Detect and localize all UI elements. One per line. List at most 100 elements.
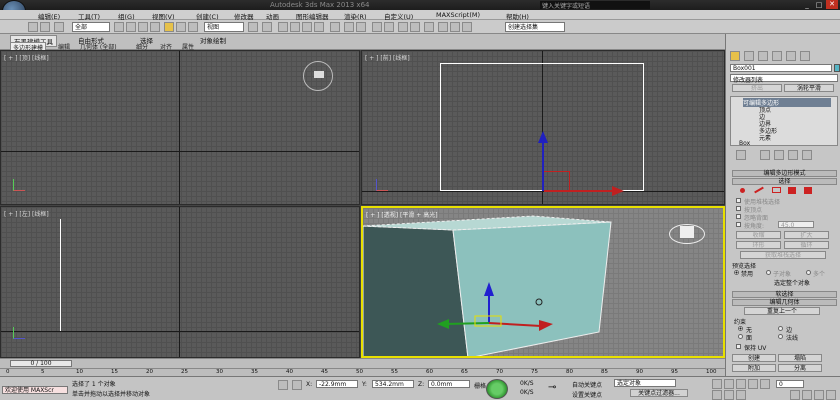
menu-item[interactable]: MAXScript(M)	[436, 11, 480, 19]
shrink-button[interactable]: 收缩	[736, 231, 781, 239]
select-rotate-icon[interactable]	[176, 22, 186, 32]
schematic-view-icon[interactable]	[410, 22, 420, 32]
maximize-viewport-icon[interactable]	[826, 390, 836, 400]
search-input[interactable]: 键入关键字或短语	[540, 1, 650, 10]
ring-button[interactable]: 环形	[736, 241, 781, 249]
viewport-label[interactable]: [ + ] [左] [线框]	[4, 209, 49, 218]
gizmo-x-arrow-icon[interactable]	[612, 186, 624, 196]
extrude-button[interactable]: 挤出	[732, 84, 782, 92]
utilities-tab-icon[interactable]	[800, 51, 810, 61]
spinner-snap-icon[interactable]	[314, 22, 324, 32]
gizmo-y-arrow-icon[interactable]	[538, 131, 548, 143]
link-icon[interactable]	[54, 22, 64, 32]
orbit-icon[interactable]	[814, 390, 824, 400]
viewport-front[interactable]: [ + ] [前] [线框]	[361, 50, 725, 205]
timeline-track[interactable]: 0 5 10 15 20 25 30 35 40 45 50 55 60 65 70 75 80 85 90 95 10…	[0, 368, 725, 376]
pivot-center-icon[interactable]	[248, 22, 258, 32]
edit-geometry-rollout[interactable]: 编辑几何体	[732, 299, 837, 306]
selection-rollout[interactable]: 选择	[732, 178, 837, 185]
box-wireframe[interactable]	[51, 219, 61, 331]
select-manipulate-icon[interactable]	[262, 22, 272, 32]
percent-snap-icon[interactable]	[302, 22, 312, 32]
maxscript-listener[interactable]: 欢迎使用 MAXScr	[2, 386, 68, 394]
get-stack-selection-button[interactable]: 获取堆栈选择	[740, 251, 826, 259]
by-angle-checkbox[interactable]	[736, 222, 741, 227]
box-object[interactable]	[363, 208, 725, 358]
go-to-end-icon[interactable]	[760, 379, 770, 389]
stack-item-editable-poly[interactable]: 可编辑多边形	[743, 98, 831, 107]
render-teapot-icon[interactable]	[462, 22, 472, 32]
time-slider[interactable]: 0 / 100 0 5 10 15 20 25 30 35 40 45 50 55 60 65 70 75 80…	[0, 358, 725, 376]
collapse-button[interactable]: 塌陷	[778, 354, 822, 362]
maximize-button[interactable]: □	[814, 1, 824, 9]
x-coord-field[interactable]: -22.9mm	[316, 380, 358, 388]
snap-toggle-icon[interactable]	[278, 22, 288, 32]
modify-tab-icon[interactable]	[744, 51, 754, 61]
viewport-label[interactable]: [ + ] [顶] [线框]	[4, 53, 49, 62]
element-level-icon[interactable]	[804, 187, 812, 194]
go-to-start-icon[interactable]	[712, 379, 722, 389]
ribbon-tab[interactable]: 对象绘制	[200, 35, 226, 45]
key-mode-dropdown[interactable]: 选定对象	[614, 379, 676, 387]
viewport-label[interactable]: [ + ] [前] [线框]	[365, 53, 410, 62]
stack-subobject-item[interactable]: 元素	[759, 133, 771, 142]
vertex-level-icon[interactable]	[740, 188, 745, 193]
constraint-normal-radio[interactable]	[778, 334, 783, 339]
create-tab-icon[interactable]	[730, 51, 740, 61]
preview-subobj-radio[interactable]	[766, 270, 771, 275]
select-by-name-icon[interactable]	[126, 22, 136, 32]
gizmo-plane-handle[interactable]	[544, 171, 570, 191]
angle-spinner[interactable]: 45.0	[778, 221, 814, 229]
undo-icon[interactable]	[28, 22, 38, 32]
object-name-field[interactable]: Box001	[730, 64, 832, 72]
pin-stack-icon[interactable]	[736, 150, 746, 160]
reference-coord-dropdown[interactable]: 视图	[204, 22, 244, 32]
key-icon[interactable]: ⊸	[548, 382, 556, 393]
border-level-icon[interactable]	[772, 187, 781, 193]
constraint-edge-radio[interactable]	[778, 326, 783, 331]
display-tab-icon[interactable]	[786, 51, 796, 61]
zoom-icon[interactable]	[712, 390, 722, 400]
time-slider-thumb[interactable]: 0 / 100	[10, 360, 72, 367]
edge-level-icon[interactable]	[754, 186, 764, 194]
viewport-left[interactable]: [ + ] [左] [线框]	[0, 206, 360, 358]
object-color-swatch[interactable]	[834, 64, 840, 72]
lock-selection-icon[interactable]	[278, 380, 288, 390]
zoom-all-icon[interactable]	[724, 390, 734, 400]
selection-filter-dropdown[interactable]: 全部	[72, 22, 110, 32]
close-button[interactable]: ✕	[826, 0, 838, 9]
angle-snap-icon[interactable]	[290, 22, 300, 32]
curve-editor-icon[interactable]	[398, 22, 408, 32]
key-filters-button[interactable]: 关键点过滤器...	[630, 389, 688, 397]
rendered-frame-icon[interactable]	[450, 22, 460, 32]
stack-item-base[interactable]: Box	[739, 140, 750, 147]
make-unique-icon[interactable]	[774, 150, 784, 160]
viewport-top[interactable]: [ + ] [顶] [线框]	[0, 50, 360, 205]
prev-frame-icon[interactable]	[724, 379, 734, 389]
motion-tab-icon[interactable]	[772, 51, 782, 61]
configure-sets-icon[interactable]	[802, 150, 812, 160]
constraint-none-radio[interactable]	[738, 326, 743, 331]
repeat-last-button[interactable]: 重复上一个	[744, 307, 820, 315]
hierarchy-tab-icon[interactable]	[758, 51, 768, 61]
select-object-icon[interactable]	[114, 22, 124, 32]
polygon-level-icon[interactable]	[788, 187, 796, 194]
preview-off-radio[interactable]	[734, 270, 739, 275]
render-setup-icon[interactable]	[438, 22, 448, 32]
window-cross-icon[interactable]	[150, 22, 160, 32]
layer-manager-icon[interactable]	[372, 22, 382, 32]
remove-modifier-icon[interactable]	[788, 150, 798, 160]
create-button[interactable]: 创建	[732, 354, 776, 362]
show-end-result-icon[interactable]	[760, 150, 770, 160]
grow-button[interactable]: 扩大	[784, 231, 829, 239]
preview-multi-radio[interactable]	[806, 270, 811, 275]
current-frame-field[interactable]: 0	[776, 380, 804, 388]
edit-poly-mode-rollout[interactable]: 编辑多边形模式	[732, 170, 837, 177]
loop-button[interactable]: 循环	[784, 241, 829, 249]
mirror-icon[interactable]	[344, 22, 354, 32]
play-icon[interactable]	[736, 379, 746, 389]
ignore-backface-checkbox[interactable]	[736, 214, 741, 219]
turbosmooth-button[interactable]: 涡轮平滑	[784, 84, 834, 92]
named-selection-dropdown[interactable]: 创建选择集	[505, 22, 565, 32]
z-coord-field[interactable]: 0.0mm	[428, 380, 470, 388]
